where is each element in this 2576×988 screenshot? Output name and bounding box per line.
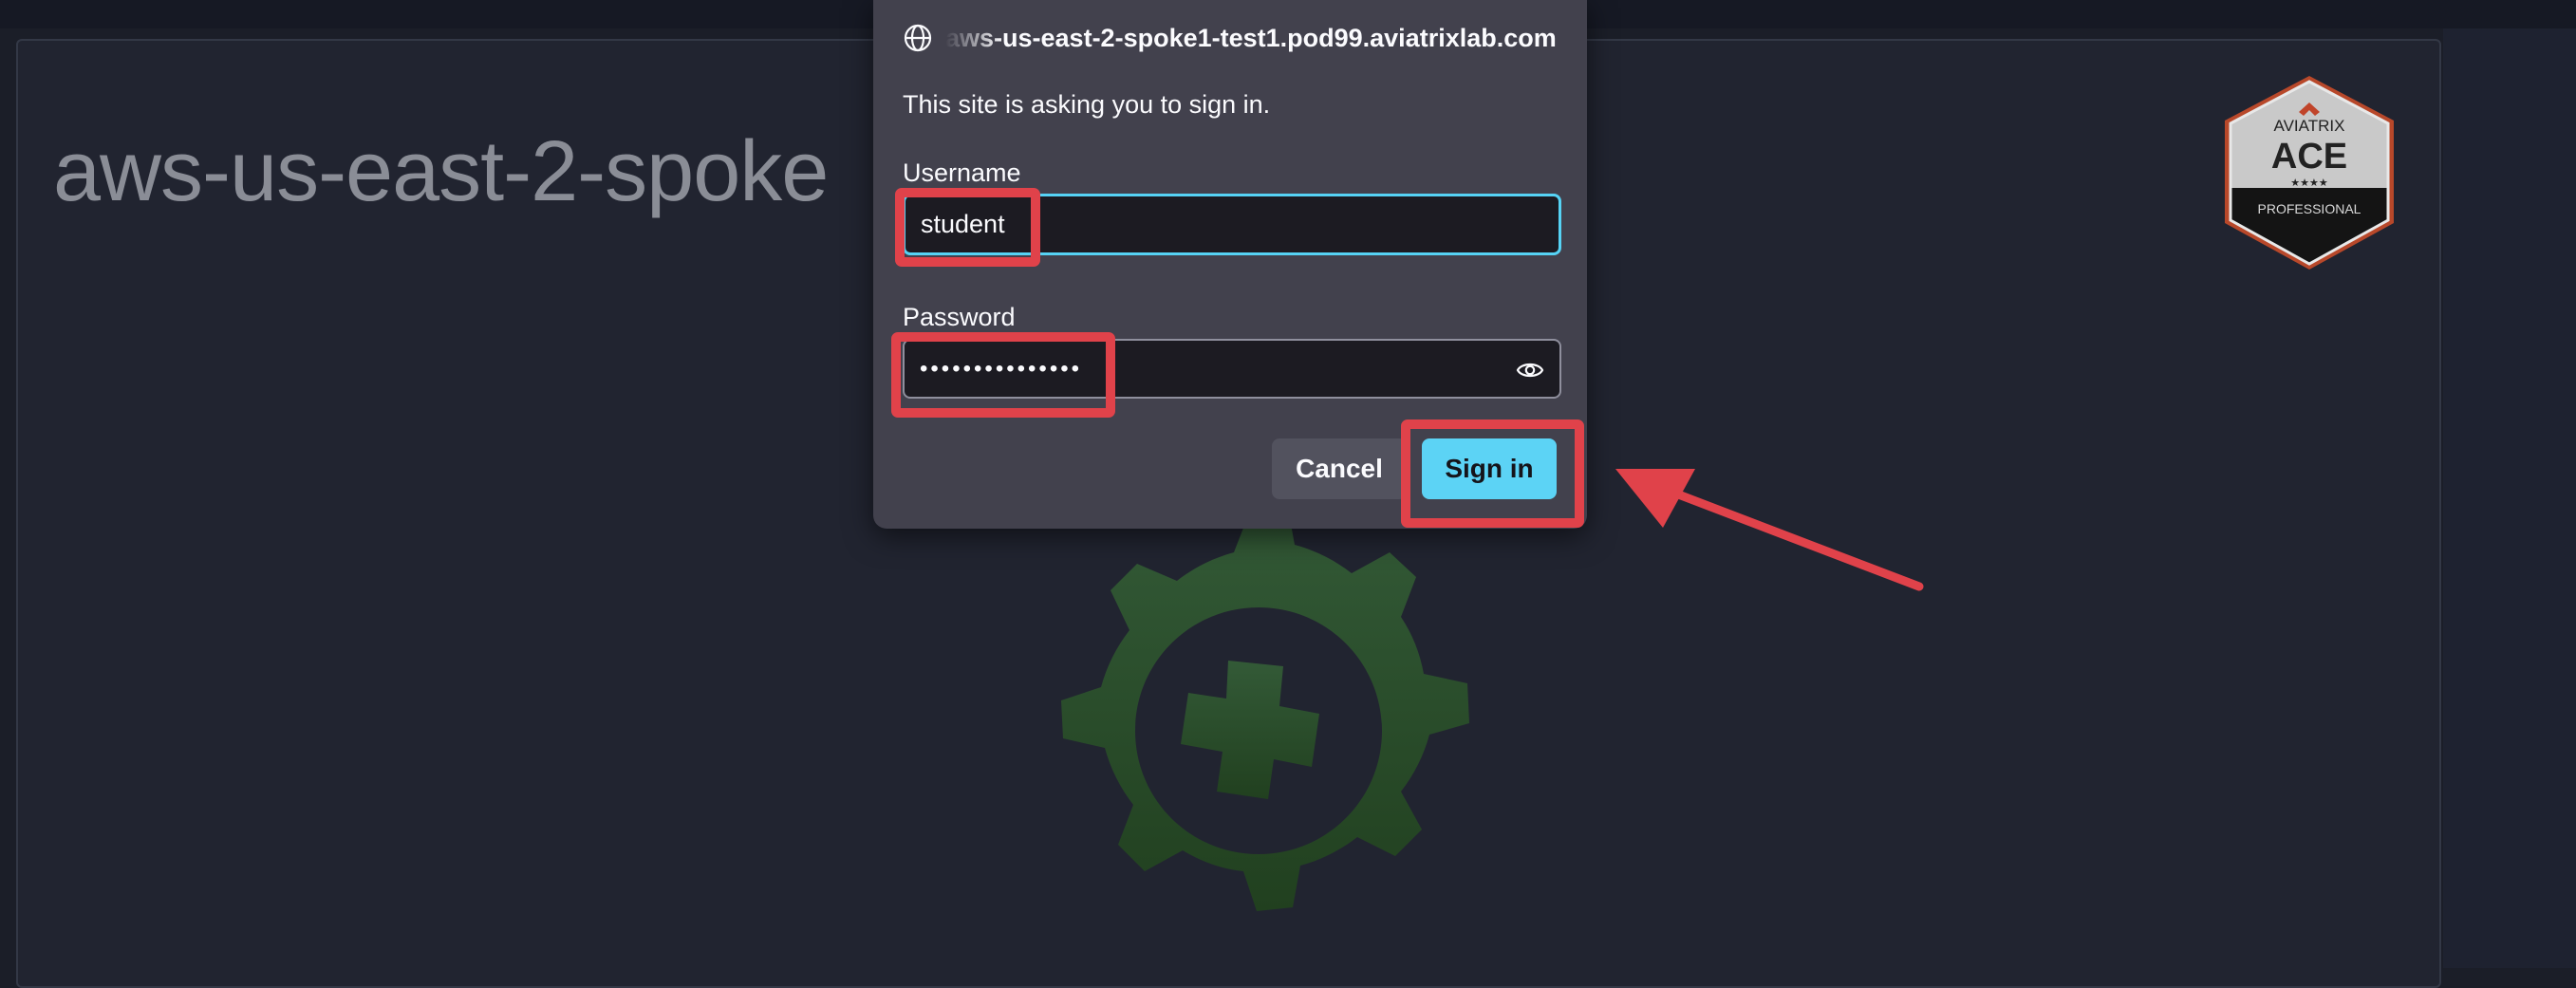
password-highlight-box — [891, 332, 1115, 418]
username-label: Username — [903, 158, 1021, 187]
ace-badge-logo: AVIATRIX ACE ★★★★ PROFESSIONAL — [2225, 76, 2394, 270]
sign-in-highlight-box — [1401, 419, 1584, 528]
badge-stars: ★★★★ — [2290, 177, 2328, 189]
badge-level: PROFESSIONAL — [2258, 201, 2361, 216]
gear-plus-icon — [1061, 501, 1469, 911]
cancel-button[interactable]: Cancel — [1272, 438, 1407, 499]
username-highlight-box — [895, 188, 1040, 267]
sign-in-prompt: This site is asking you to sign in. — [903, 90, 1271, 119]
right-strip — [2443, 28, 2576, 968]
badge-brand: AVIATRIX — [2274, 117, 2345, 135]
globe-icon — [904, 24, 932, 52]
badge-title: ACE — [2271, 137, 2347, 177]
page-title: aws-us-east-2-spoke — [53, 124, 829, 219]
eye-icon[interactable] — [1516, 356, 1544, 384]
site-origin: aws-us-east-2-spoke1-test1.pod99.aviatri… — [945, 24, 1557, 52]
password-label: Password — [903, 303, 1016, 331]
annotation-arrow — [1615, 469, 1924, 591]
